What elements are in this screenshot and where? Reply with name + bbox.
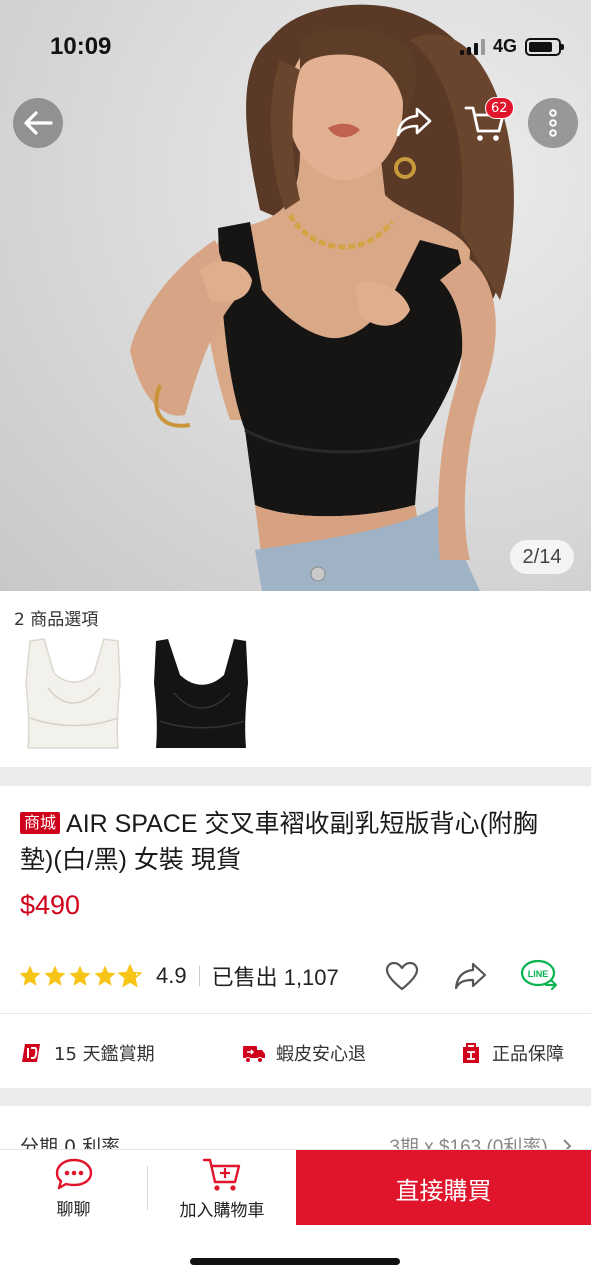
product-image-gallery[interactable]: 10:09 4G 62 2/14 bbox=[0, 0, 591, 591]
guarantee-label: 15 天鑑賞期 bbox=[54, 1044, 155, 1065]
status-time: 10:09 bbox=[50, 33, 112, 60]
guarantee-safe-return[interactable]: 蝦皮安心退 bbox=[242, 1040, 366, 1066]
guarantee-label: 正品保障 bbox=[492, 1044, 564, 1065]
guarantee-label: 蝦皮安心退 bbox=[276, 1044, 366, 1065]
guarantee-row[interactable]: 15 天鑑賞期 蝦皮安心退 正品保障 bbox=[0, 1013, 591, 1089]
add-to-cart-icon bbox=[202, 1158, 241, 1191]
add-to-cart-label: 加入購物車 bbox=[179, 1200, 265, 1221]
authentic-guarantee-icon bbox=[463, 1043, 479, 1063]
status-indicators: 4G bbox=[459, 36, 564, 57]
section-separator bbox=[0, 1088, 591, 1106]
product-title-text: AIR SPACE 交叉車褶收副乳短版背心(附胸墊)(白/黑) 女裝 現貨 bbox=[20, 810, 538, 874]
more-vertical-icon bbox=[549, 109, 557, 137]
line-app-icon: LINE bbox=[520, 959, 557, 990]
share-button[interactable] bbox=[392, 100, 436, 144]
more-options-button[interactable] bbox=[528, 98, 578, 148]
battery-icon bbox=[525, 37, 564, 56]
chat-label: 聊聊 bbox=[56, 1199, 91, 1220]
variant-option-black[interactable] bbox=[146, 633, 258, 755]
black-top-thumbnail bbox=[154, 639, 248, 748]
return-period-icon bbox=[22, 1044, 40, 1062]
star-partial-icon bbox=[118, 964, 142, 988]
cart-count-badge: 62 bbox=[485, 97, 514, 119]
rating-row: 4.9 已售出 1,107 LINE bbox=[18, 958, 578, 994]
variant-section: 2 商品選項 bbox=[0, 591, 591, 767]
guarantee-authentic[interactable]: 正品保障 bbox=[460, 1040, 564, 1066]
sold-count: 已售出 1,107 bbox=[211, 965, 339, 990]
variant-count-label: 2 商品選項 bbox=[14, 610, 99, 630]
divider bbox=[198, 966, 200, 986]
arrow-left-icon bbox=[24, 111, 53, 135]
chat-button[interactable]: 聊聊 bbox=[0, 1150, 147, 1226]
svg-text:LINE: LINE bbox=[528, 969, 549, 979]
delivery-truck-icon bbox=[243, 1046, 265, 1063]
star-full-icon bbox=[19, 965, 41, 986]
product-price: $490 bbox=[20, 890, 81, 920]
guarantee-return-period[interactable]: 15 天鑑賞期 bbox=[20, 1040, 155, 1066]
home-indicator[interactable] bbox=[190, 1258, 400, 1265]
buy-now-button[interactable]: 直接購買 bbox=[296, 1150, 591, 1226]
chat-bubble-icon bbox=[55, 1158, 92, 1189]
product-title: 商城 AIR SPACE 交叉車褶收副乳短版背心(附胸墊)(白/黑) 女裝 現貨 bbox=[20, 806, 560, 878]
share-arrow-icon bbox=[454, 962, 487, 990]
rating-value: 4.9 bbox=[156, 963, 187, 988]
mall-tag: 商城 bbox=[20, 812, 61, 834]
share-product-button[interactable] bbox=[450, 956, 490, 996]
product-photo bbox=[130, 4, 514, 591]
favorite-button[interactable] bbox=[382, 956, 422, 996]
star-rating[interactable] bbox=[18, 964, 142, 988]
bottom-action-bar: 聊聊 加入購物車 直接購買 bbox=[0, 1149, 591, 1226]
share-arrow-icon bbox=[396, 107, 432, 137]
variant-option-white[interactable] bbox=[18, 633, 130, 755]
star-full-icon bbox=[94, 965, 116, 986]
product-info: 商城 AIR SPACE 交叉車褶收副乳短版背心(附胸墊)(白/黑) 女裝 現貨 … bbox=[0, 786, 591, 1088]
signal-icon bbox=[459, 38, 485, 55]
home-indicator-area bbox=[0, 1225, 591, 1279]
white-top-thumbnail bbox=[25, 638, 121, 749]
back-button[interactable] bbox=[13, 98, 63, 148]
section-separator bbox=[0, 767, 591, 786]
line-share-button[interactable]: LINE bbox=[518, 954, 562, 998]
star-full-icon bbox=[69, 965, 91, 986]
product-page: 10:09 4G 62 2/14 2 商品選項 商城 AIR SPACE 交叉車… bbox=[0, 0, 591, 1279]
network-type: 4G bbox=[492, 36, 517, 56]
add-to-cart-button[interactable]: 加入購物車 bbox=[148, 1150, 296, 1226]
star-full-icon bbox=[44, 965, 66, 986]
image-counter: 2/14 bbox=[510, 540, 574, 574]
heart-icon bbox=[385, 961, 419, 991]
